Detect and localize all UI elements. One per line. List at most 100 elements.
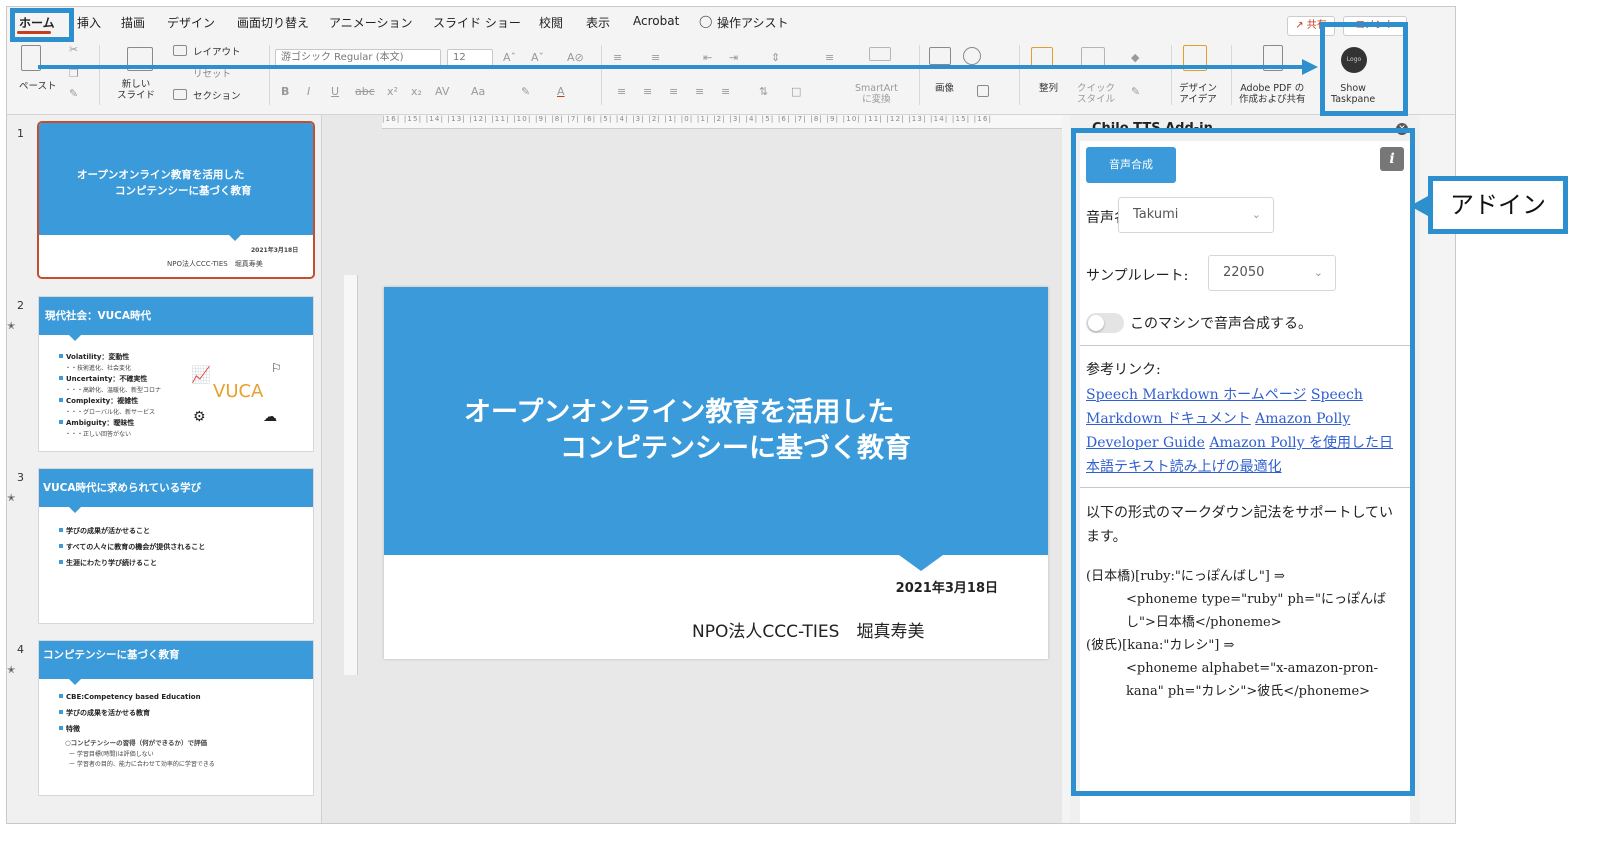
cut-icon[interactable]: ✂ bbox=[69, 43, 78, 56]
home-ribbon: ✂ ❐ ✎ ペースト 新しい スライド レイアウト リセット セクション 游ゴシ… bbox=[7, 37, 1455, 115]
callout-tail bbox=[1410, 196, 1428, 216]
superscript-icon[interactable]: x² bbox=[387, 85, 398, 98]
picture-icon[interactable] bbox=[929, 47, 951, 65]
format-painter-icon[interactable]: ✎ bbox=[69, 87, 78, 100]
thumb-sub: ・・・正しい回答がない bbox=[65, 431, 132, 438]
paste-button[interactable]: ペースト bbox=[19, 81, 57, 92]
horizontal-ruler[interactable]: |16| |15| |14| |13| |12| |11| |10| |9| |… bbox=[382, 115, 1062, 129]
thumb-title: VUCA時代に求められている学び bbox=[43, 482, 202, 494]
lightbulb-icon: ◯ bbox=[699, 14, 713, 28]
highlight-home-tab bbox=[10, 8, 74, 42]
new-slide-button[interactable]: 新しい スライド bbox=[117, 79, 155, 101]
thumb-bullet: Ambiguity：曖昧性 bbox=[59, 419, 134, 428]
thumb-bullet: Complexity：複雑性 bbox=[59, 397, 138, 406]
thumb-sub: ー 学習目標(時間)は評価しない bbox=[69, 751, 154, 758]
highlight-show-taskpane bbox=[1320, 22, 1408, 116]
line-spacing-icon[interactable]: ⇕ bbox=[771, 51, 780, 64]
convert-smartart-button[interactable]: SmartArt に変換 bbox=[855, 83, 898, 105]
thumb-bullet: 生涯にわたり学び続けること bbox=[59, 559, 157, 568]
increase-indent-icon[interactable]: ⇥ bbox=[729, 51, 738, 64]
tab-insert[interactable]: 挿入 bbox=[77, 14, 101, 31]
strikethrough-icon[interactable]: abc bbox=[355, 85, 375, 98]
tab-view[interactable]: 表示 bbox=[586, 14, 610, 31]
thumb-sub: ○コンピテンシーの習得（何ができるか）で評価 bbox=[65, 739, 208, 747]
slide-title[interactable]: オープンオンライン教育を活用した コンピテンシーに基づく教育 bbox=[464, 395, 984, 467]
bullets-icon[interactable]: ≡ bbox=[613, 51, 622, 64]
tab-design[interactable]: デザイン bbox=[167, 14, 215, 31]
thumb-sub: ・・・高齢化、温暖化、新型コロナ bbox=[65, 387, 162, 394]
arrange-button[interactable]: 整列 bbox=[1039, 83, 1058, 94]
thumb-bullet: すべての人々に教育の機会が提供されること bbox=[59, 543, 205, 552]
ribbon-tab-bar: ホーム 挿入 描画 デザイン 画面切り替え アニメーション スライド ショー 校… bbox=[7, 7, 1455, 37]
thumb-bullet: Volatility：変動性 bbox=[59, 353, 129, 362]
numbering-icon[interactable]: ≡ bbox=[651, 51, 660, 64]
slide-date[interactable]: 2021年3月18日 bbox=[896, 577, 998, 596]
reset-button[interactable]: リセット bbox=[193, 69, 231, 80]
animation-star-icon: ✭ bbox=[7, 665, 16, 676]
thumb-band-arrow bbox=[69, 679, 81, 685]
decrease-indent-icon[interactable]: ⇤ bbox=[703, 51, 712, 64]
thumb-title: コンピテンシーに基づく教育 bbox=[115, 185, 252, 197]
slide-author[interactable]: NPO法人CCC-TIES 堀真寿美 bbox=[692, 617, 924, 642]
char-spacing-icon[interactable]: AV bbox=[435, 85, 449, 98]
shape-fill-icon[interactable]: ◆ bbox=[1131, 51, 1139, 64]
design-ideas-button[interactable]: デザイン アイデア bbox=[1179, 83, 1217, 105]
tab-animations[interactable]: アニメーション bbox=[329, 14, 413, 31]
align-left-icon[interactable]: ≡ bbox=[617, 85, 626, 98]
text-direction-icon[interactable]: ⇅ bbox=[759, 85, 768, 98]
slide-thumbnail-4[interactable]: コンピテンシーに基づく教育 CBE:Competency based Educa… bbox=[39, 641, 313, 795]
textbox-icon[interactable] bbox=[977, 85, 989, 97]
thumb-bullet: 学びの成果が活かせること bbox=[59, 527, 150, 536]
section-button[interactable]: セクション bbox=[193, 91, 241, 102]
picture-button[interactable]: 画像 bbox=[935, 83, 954, 94]
slide-thumbnail-2[interactable]: 現代社会：VUCA時代 Volatility：変動性 ・・技術進化、社会変化 U… bbox=[39, 297, 313, 451]
tab-draw[interactable]: 描画 bbox=[121, 14, 145, 31]
tab-tell-me[interactable]: 操作アシスト bbox=[717, 14, 789, 31]
thumb-title: オープンオンライン教育を活用した bbox=[77, 169, 245, 181]
current-slide[interactable]: オープンオンライン教育を活用した コンピテンシーに基づく教育 2021年3月18… bbox=[384, 287, 1048, 659]
vertical-ruler[interactable] bbox=[344, 275, 358, 675]
tab-slideshow[interactable]: スライド ショー bbox=[433, 14, 521, 31]
tab-review[interactable]: 校閲 bbox=[539, 14, 563, 31]
columns-icon[interactable]: ≡ bbox=[825, 51, 834, 64]
thumb-band-arrow bbox=[69, 335, 81, 341]
shape-outline-icon[interactable]: ✎ bbox=[1131, 85, 1140, 98]
thumb-author: NPO法人CCC-TIES 堀真寿美 bbox=[167, 260, 263, 268]
grow-font-icon[interactable]: Aˆ bbox=[503, 51, 516, 64]
arrange-icon[interactable] bbox=[1031, 47, 1053, 67]
tab-acrobat[interactable]: Acrobat bbox=[633, 14, 679, 28]
annotation-arrow-head bbox=[1302, 59, 1318, 75]
distributed-icon[interactable]: ≡ bbox=[721, 85, 730, 98]
align-center-icon[interactable]: ≡ bbox=[643, 85, 652, 98]
share-icon: ↗ bbox=[1295, 20, 1307, 31]
slide-thumbnail-1[interactable]: オープンオンライン教育を活用した コンピテンシーに基づく教育 2021年3月18… bbox=[39, 123, 313, 277]
quick-styles-button[interactable]: クイック スタイル bbox=[1077, 83, 1115, 105]
addin-callout-label: アドイン bbox=[1428, 176, 1568, 234]
tab-transitions[interactable]: 画面切り替え bbox=[237, 14, 309, 31]
ribbon-separator bbox=[269, 45, 270, 105]
highlight-icon[interactable]: ✎ bbox=[521, 85, 530, 98]
thumb-bullet: 特徴 bbox=[59, 725, 80, 734]
thumb-bullet: 学びの成果を活かせる教育 bbox=[59, 709, 150, 718]
quick-styles-icon bbox=[1081, 47, 1105, 67]
font-color-icon[interactable]: A bbox=[557, 85, 565, 98]
shrink-font-icon[interactable]: Aˇ bbox=[531, 51, 544, 64]
thumb-sub: ・・技術進化、社会変化 bbox=[65, 365, 132, 372]
thumb-title: 現代社会：VUCA時代 bbox=[45, 310, 151, 322]
align-right-icon[interactable]: ≡ bbox=[669, 85, 678, 98]
highlight-addin-pane bbox=[1071, 128, 1415, 796]
clear-format-icon[interactable]: A⊘ bbox=[567, 51, 584, 64]
align-text-icon[interactable]: □ bbox=[791, 85, 801, 98]
justify-icon[interactable]: ≡ bbox=[695, 85, 704, 98]
smartart-icon bbox=[869, 47, 891, 61]
italic-icon[interactable]: I bbox=[307, 85, 310, 98]
bold-icon[interactable]: B bbox=[281, 85, 289, 98]
subscript-icon[interactable]: x₂ bbox=[411, 85, 422, 98]
shapes-icon[interactable] bbox=[963, 47, 981, 65]
ribbon-separator bbox=[1231, 45, 1232, 105]
slide-thumbnail-3[interactable]: VUCA時代に求められている学び 学びの成果が活かせること すべての人々に教育の… bbox=[39, 469, 313, 623]
adobe-pdf-button[interactable]: Adobe PDF の 作成および共有 bbox=[1239, 83, 1306, 105]
change-case-icon[interactable]: Aa bbox=[471, 85, 485, 98]
layout-button[interactable]: レイアウト bbox=[193, 47, 241, 58]
underline-icon[interactable]: U bbox=[331, 85, 339, 98]
